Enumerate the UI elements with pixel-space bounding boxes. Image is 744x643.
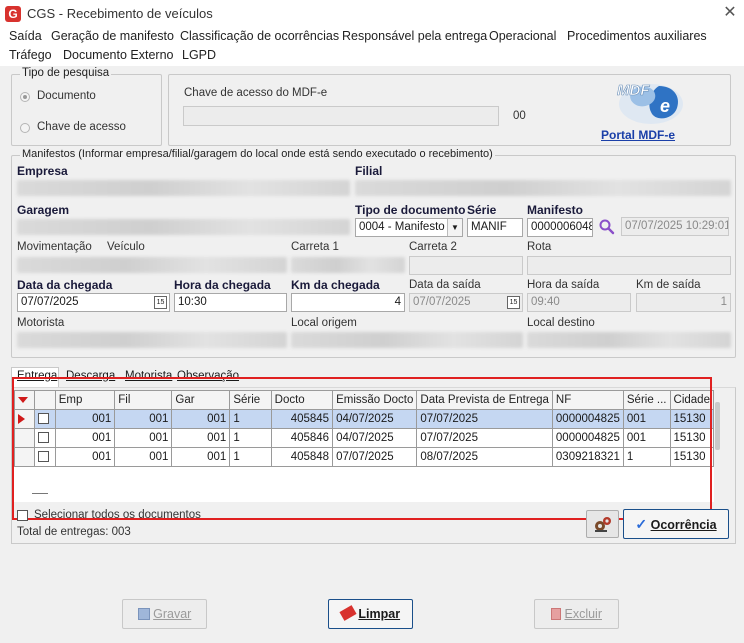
- search-icon[interactable]: [598, 218, 616, 236]
- excluir-button[interactable]: Excluir: [534, 599, 619, 629]
- serie-label: Série: [467, 203, 497, 217]
- filial-field[interactable]: [355, 180, 731, 196]
- menu-operacional[interactable]: Operacional: [489, 29, 556, 43]
- tipo-doc-label: Tipo de documento: [355, 203, 466, 217]
- total-entregas-label: Total de entregas: 003: [17, 526, 131, 538]
- motorista-label: Motorista: [17, 317, 65, 329]
- empresa-field[interactable]: [17, 180, 350, 196]
- filial-label: Filial: [355, 164, 383, 178]
- km-saida-label: Km de saída: [636, 279, 701, 291]
- menu-saida[interactable]: Saída: [9, 29, 42, 43]
- rota-label: Rota: [527, 241, 552, 253]
- svg-text:MDF: MDF: [617, 82, 650, 99]
- carreta2-label: Carreta 2: [409, 241, 457, 253]
- menu-lgpd[interactable]: LGPD: [182, 48, 216, 62]
- svg-text:e: e: [660, 96, 670, 116]
- empresa-label: Empresa: [17, 164, 68, 178]
- manifesto-input[interactable]: 0000006048: [527, 218, 593, 237]
- tipo-doc-value: 0004 - Manifesto: [359, 221, 445, 233]
- radio-documento-label: Documento: [37, 90, 96, 102]
- serie-input[interactable]: MANIF: [467, 218, 523, 237]
- data-chegada-value: 07/07/2025: [21, 296, 79, 308]
- data-saida-input: 07/07/2025 15: [409, 293, 523, 312]
- radio-chave-acesso-label: Chave de acesso: [37, 121, 126, 133]
- radio-documento[interactable]: [20, 92, 30, 102]
- grid-vscroll-thumb[interactable]: [715, 402, 720, 450]
- km-saida-input: 1: [636, 293, 731, 312]
- search-type-group: Tipo de pesquisa: [11, 67, 162, 146]
- km-chegada-input[interactable]: 4: [291, 293, 405, 312]
- excluir-button-label: Excluir: [564, 607, 602, 621]
- limpar-button-label: Limpar: [358, 607, 401, 621]
- app-logo-icon: G: [5, 6, 21, 22]
- data-chegada-label: Data da chegada: [17, 278, 113, 292]
- rota-field[interactable]: [527, 256, 731, 275]
- veiculo-label: Veículo: [107, 241, 145, 253]
- menu-trafego[interactable]: Tráfego: [9, 48, 52, 62]
- carreta1-label: Carreta 1: [291, 241, 339, 253]
- hora-chegada-input[interactable]: 10:30: [174, 293, 287, 312]
- motorista-field[interactable]: [17, 332, 287, 348]
- select-all-label: Selecionar todos os documentos: [34, 509, 201, 521]
- menu-documento-externo[interactable]: Documento Externo: [63, 48, 173, 62]
- eraser-icon: [339, 605, 357, 621]
- limpar-button[interactable]: Limpar: [328, 599, 413, 629]
- gears-icon: [594, 517, 611, 532]
- carreta1-field[interactable]: [291, 257, 405, 273]
- mdfe-key-label: Chave de acesso do MDF-e: [184, 87, 328, 99]
- highlight-rectangle: [12, 377, 712, 520]
- gravar-button-label: Gravar: [153, 607, 192, 621]
- ocorrencia-button-label: Ocorrência: [650, 518, 717, 532]
- local-destino-field[interactable]: [527, 332, 731, 348]
- carreta2-field[interactable]: [409, 256, 523, 275]
- data-chegada-input[interactable]: 07/07/2025 15: [17, 293, 170, 312]
- data-saida-label: Data da saída: [409, 279, 481, 291]
- tipo-doc-select[interactable]: 0004 - Manifesto ▼: [355, 218, 463, 237]
- local-destino-label: Local destino: [527, 317, 595, 329]
- config-tool-button[interactable]: [586, 510, 619, 538]
- data-saida-value: 07/07/2025: [413, 296, 471, 308]
- menu-procedimentos-auxiliares[interactable]: Procedimentos auxiliares: [567, 29, 707, 43]
- manifest-group-title: Manifestos (Informar empresa/filial/gara…: [20, 148, 495, 160]
- menu-bar: Saída Geração de manifesto Classificação…: [0, 28, 744, 66]
- movimentacao-veiculo-field[interactable]: [17, 257, 287, 273]
- ocorrencia-button[interactable]: ✓ Ocorrência: [623, 509, 729, 539]
- menu-classificacao-ocorrencias[interactable]: Classificação de ocorrências: [180, 29, 339, 43]
- local-origem-label: Local origem: [291, 317, 357, 329]
- hora-saida-label: Hora da saída: [527, 279, 600, 291]
- menu-geracao-manifesto[interactable]: Geração de manifesto: [51, 29, 174, 43]
- garagem-field[interactable]: [17, 219, 350, 235]
- local-origem-field[interactable]: [291, 332, 523, 348]
- select-all-checkbox[interactable]: [17, 510, 28, 521]
- chevron-down-icon[interactable]: ▼: [447, 219, 462, 236]
- movimentacao-label: Movimentação: [17, 241, 92, 253]
- gravar-button[interactable]: Gravar: [122, 599, 207, 629]
- mdfe-key-input[interactable]: [183, 106, 499, 126]
- calendar-icon: 15: [507, 296, 520, 309]
- close-icon[interactable]: ✕: [720, 2, 740, 24]
- radio-chave-acesso[interactable]: [20, 123, 30, 133]
- portal-mdfe-link[interactable]: Portal MDF-e: [601, 128, 675, 142]
- search-type-title: Tipo de pesquisa: [20, 67, 112, 79]
- calendar-icon[interactable]: 15: [154, 296, 167, 309]
- manifesto-datetime: 07/07/2025 10:29:01: [621, 217, 729, 236]
- trash-icon: [551, 608, 561, 620]
- title-bar: G CGS - Recebimento de veículos ✕: [0, 0, 744, 28]
- km-chegada-label: Km da chegada: [291, 278, 380, 292]
- garagem-label: Garagem: [17, 203, 70, 217]
- window-title: CGS - Recebimento de veículos: [27, 6, 213, 21]
- save-icon: [137, 608, 150, 620]
- mdfe-logo-icon: MDF e: [611, 78, 687, 126]
- menu-responsavel-entrega[interactable]: Responsável pela entrega: [342, 29, 487, 43]
- hora-saida-input: 09:40: [527, 293, 631, 312]
- hora-chegada-label: Hora da chegada: [174, 278, 271, 292]
- mdfe-key-counter: 00: [513, 110, 526, 122]
- manifesto-label: Manifesto: [527, 203, 584, 217]
- check-icon: ✓: [635, 516, 648, 532]
